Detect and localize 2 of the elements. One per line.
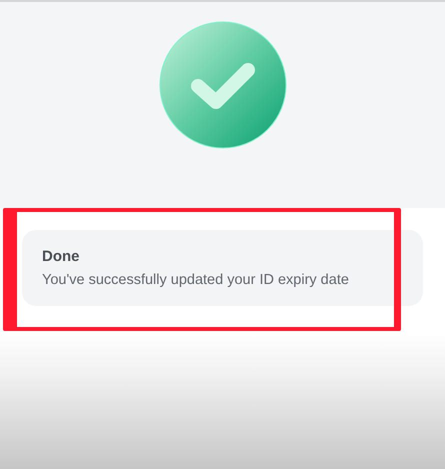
message-title: Done: [42, 248, 80, 265]
message-text: You've successfully updated your ID expiry date: [42, 272, 350, 288]
